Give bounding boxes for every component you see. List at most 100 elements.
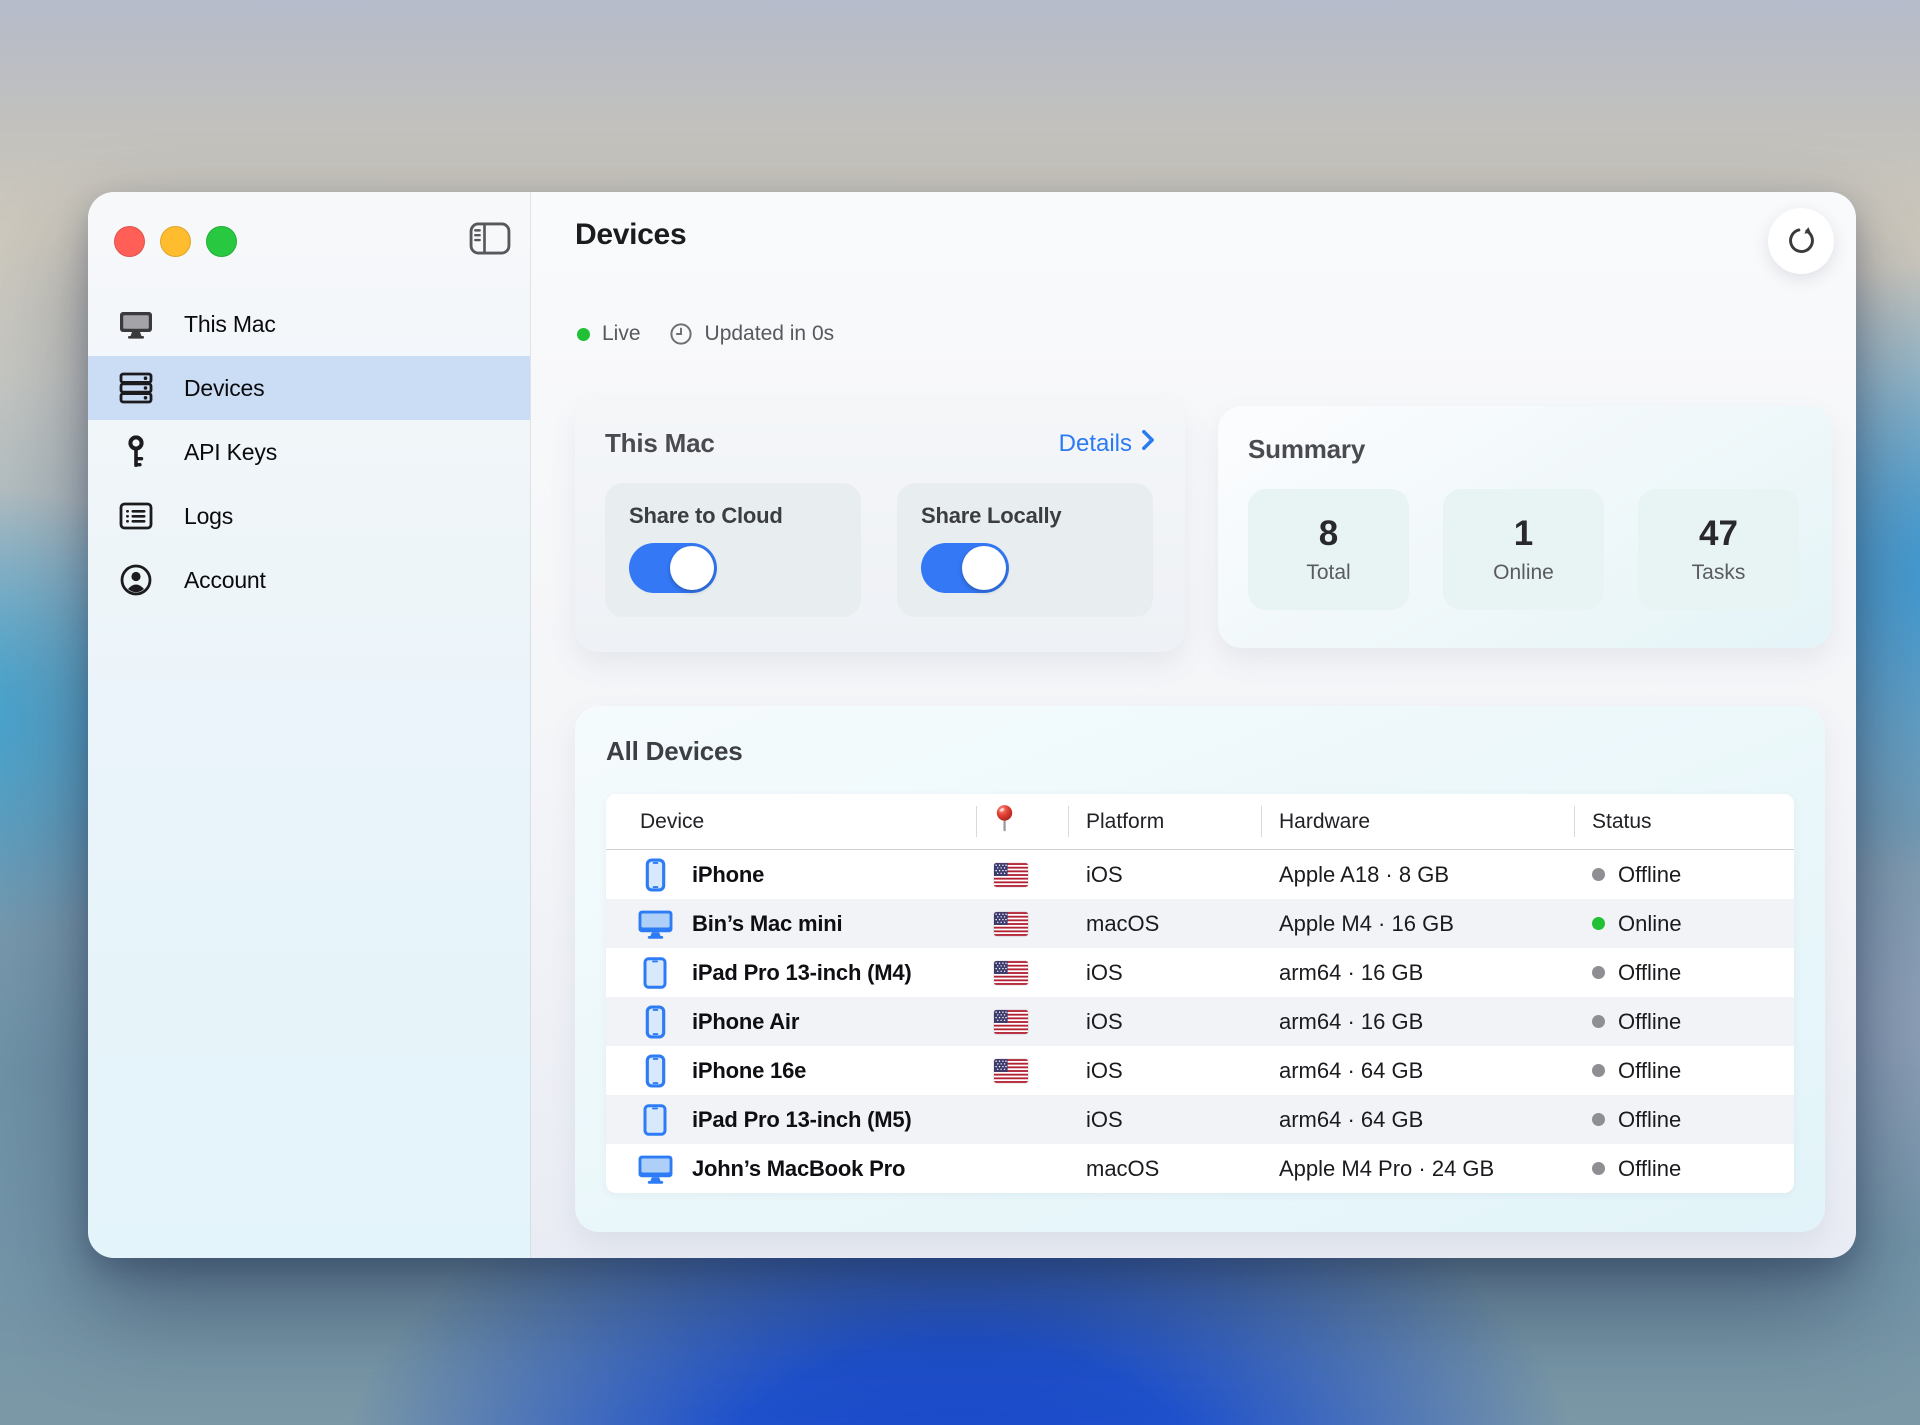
hardware-cell: Apple M4 · 16 GB: [1261, 911, 1574, 937]
sidebar-toggle-button[interactable]: [468, 222, 512, 258]
table-row[interactable]: John’s MacBook PromacOSApple M4 Pro · 24…: [606, 1144, 1794, 1193]
table-row[interactable]: iPhone iOSApple A18 · 8 GBOffline: [606, 850, 1794, 899]
share-to-cloud-card: Share to Cloud: [605, 483, 861, 617]
stack-icon: [114, 372, 158, 404]
table-row[interactable]: Bin’s Mac mini macOSApple M4 · 16 GB Onlin…: [606, 899, 1794, 948]
ipad-icon: [636, 957, 674, 989]
platform-cell: iOS: [1068, 1009, 1261, 1035]
summary-stats: 8Total1Online47Tasks: [1248, 489, 1802, 610]
status-dot: [1592, 1064, 1605, 1077]
this-mac-card: This Mac Details Share to Cloud Share Loc…: [575, 400, 1185, 652]
this-mac-card-title: This Mac: [605, 428, 715, 459]
details-label: Details: [1059, 430, 1132, 458]
status-label: Online: [1618, 911, 1682, 937]
toggle-row: Share to Cloud Share Locally: [605, 483, 1155, 617]
status-label: Offline: [1618, 1009, 1681, 1035]
hardware-cell: arm64 · 16 GB: [1261, 960, 1574, 986]
stat-value: 1: [1514, 514, 1533, 554]
refresh-icon: [1784, 222, 1819, 260]
sidebar-item-devices[interactable]: Devices: [88, 356, 530, 420]
device-cell: iPhone Air: [606, 1005, 976, 1039]
us-flag-icon: [994, 863, 1028, 887]
logs-icon: [114, 502, 158, 530]
share-to-cloud-toggle[interactable]: [629, 543, 717, 593]
status-cell: Offline: [1574, 862, 1794, 888]
status-cell: Offline: [1574, 960, 1794, 986]
sidebar-item-logs[interactable]: Logs: [88, 484, 530, 548]
table-row[interactable]: iPhone AiriOSarm64 · 16 GBOffline: [606, 997, 1794, 1046]
sidebar-item-api-keys[interactable]: API Keys: [88, 420, 530, 484]
chevron-right-icon: [1141, 429, 1155, 458]
status-cell: Offline: [1574, 1156, 1794, 1182]
refresh-button[interactable]: [1768, 208, 1834, 274]
column-header-device: Device: [606, 794, 976, 849]
platform-cell: iOS: [1068, 862, 1261, 888]
device-name: John’s MacBook Pro: [692, 1156, 905, 1182]
toggle-knob: [962, 546, 1006, 590]
stat-tasks: 47Tasks: [1638, 489, 1799, 610]
sidebar-toggle-icon: [469, 222, 511, 258]
hardware-cell: Apple A18 · 8 GB: [1261, 862, 1574, 888]
column-header-platform: Platform: [1068, 794, 1261, 849]
app-window: This MacDevicesAPI KeysLogsAccount Devic…: [88, 192, 1856, 1258]
share-locally-toggle[interactable]: [921, 543, 1009, 593]
cards-row: This Mac Details Share to Cloud Share Loc…: [575, 400, 1832, 652]
location-cell: [976, 912, 1068, 936]
sidebar-item-label: Logs: [184, 503, 233, 530]
table-row[interactable]: iPad Pro 13-inch (M5)iOSarm64 · 64 GBOff…: [606, 1095, 1794, 1144]
mac-icon: [636, 1153, 674, 1184]
sidebar-nav: This MacDevicesAPI Keys Logs Account: [88, 292, 530, 612]
device-name: iPhone Air: [692, 1009, 799, 1035]
iphone-icon: [636, 1005, 674, 1039]
all-devices-card: All Devices Device Platform Hardware Sta…: [575, 706, 1825, 1232]
zoom-button[interactable]: [206, 226, 237, 257]
live-status-dot: [577, 328, 590, 341]
toggle-knob: [670, 546, 714, 590]
page-title: Devices: [575, 218, 686, 252]
status-cell: Offline: [1574, 1107, 1794, 1133]
sidebar-item-account[interactable]: Account: [88, 548, 530, 612]
share-locally-card: Share Locally: [897, 483, 1153, 617]
device-cell: iPad Pro 13-inch (M4): [606, 957, 976, 989]
minimize-button[interactable]: [160, 226, 191, 257]
column-header-location: [976, 794, 1068, 849]
iphone-icon: [636, 1054, 674, 1088]
column-header-hardware: Hardware: [1261, 794, 1574, 849]
this-mac-card-header: This Mac Details: [605, 428, 1155, 459]
location-cell: [976, 1010, 1068, 1034]
key-icon: [114, 435, 158, 469]
desktop-icon: [114, 309, 158, 339]
all-devices-title: All Devices: [606, 736, 1794, 767]
close-button[interactable]: [114, 226, 145, 257]
hardware-cell: arm64 · 64 GB: [1261, 1107, 1574, 1133]
sidebar-item-this-mac[interactable]: This Mac: [88, 292, 530, 356]
location-cell: [976, 863, 1068, 887]
platform-cell: macOS: [1068, 1156, 1261, 1182]
column-header-status: Status: [1574, 794, 1794, 849]
status-dot: [1592, 1113, 1605, 1126]
device-cell: iPhone 16e: [606, 1054, 976, 1088]
ipad-icon: [636, 1104, 674, 1136]
status-label: Offline: [1618, 960, 1681, 986]
sidebar-item-label: Account: [184, 567, 266, 594]
details-link[interactable]: Details: [1059, 429, 1155, 458]
main-content: Devices Live Updated in 0s This Mac Deta…: [531, 192, 1856, 1258]
stat-label: Tasks: [1692, 561, 1746, 585]
us-flag-icon: [994, 912, 1028, 936]
device-cell: iPad Pro 13-inch (M5): [606, 1104, 976, 1136]
platform-cell: macOS: [1068, 911, 1261, 937]
device-name: iPad Pro 13-inch (M5): [692, 1107, 912, 1133]
summary-card: Summary 8Total1Online47Tasks: [1218, 406, 1832, 648]
table-row[interactable]: iPhone 16eiOSarm64 · 64 GBOffline: [606, 1046, 1794, 1095]
window-controls: [114, 226, 237, 257]
round-pushpin-icon: [994, 804, 1015, 840]
location-cell: [976, 1059, 1068, 1083]
table-row[interactable]: iPad Pro 13-inch (M4)iOSarm64 · 16 GBOff…: [606, 948, 1794, 997]
status-label: Offline: [1618, 1156, 1681, 1182]
devices-table: Device Platform Hardware Status iPhone iO…: [606, 794, 1794, 1193]
hardware-cell: arm64 · 64 GB: [1261, 1058, 1574, 1084]
table-body: iPhoneiOSApple A18 · 8 GBOfflineBin’s Ma…: [606, 850, 1794, 1193]
status-cell: Online: [1574, 911, 1794, 937]
device-cell: Bin’s Mac mini: [606, 908, 976, 939]
device-cell: iPhone: [606, 858, 976, 892]
